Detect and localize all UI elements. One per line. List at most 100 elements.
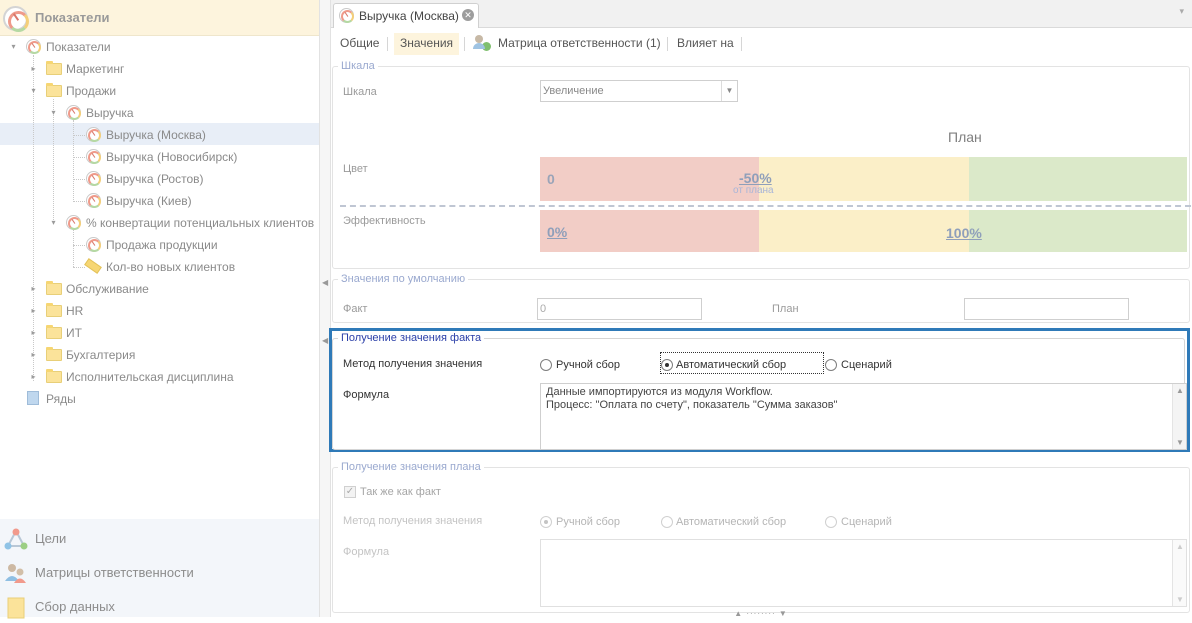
expand-toggle[interactable]: ▸ [29, 372, 38, 381]
color-threshold-link[interactable]: -50% [739, 170, 772, 186]
chevron-down-icon[interactable]: ▼ [721, 81, 737, 101]
fact-formula-label: Формула [343, 389, 390, 401]
radio-automatic-label[interactable]: Автоматический сбор [676, 359, 786, 371]
tree-item-accounting[interactable]: Бухгалтерия [66, 348, 135, 362]
scale-combobox[interactable]: Увеличение ▼ [540, 80, 738, 102]
collapse-toggle[interactable]: ▾ [49, 108, 58, 117]
radio-plan-automatic[interactable] [661, 516, 673, 528]
radio-plan-scenario-label[interactable]: Сценарий [841, 516, 892, 528]
close-icon[interactable]: ✕ [462, 9, 474, 21]
radio-plan-manual-label[interactable]: Ручной сбор [556, 516, 620, 528]
color-zero-value: 0 [547, 171, 555, 187]
red-zone[interactable] [540, 157, 759, 201]
tree-item-hr[interactable]: HR [66, 304, 83, 318]
tab-values[interactable]: Значения [394, 33, 460, 55]
horizontal-splitter-grip[interactable]: ▲ ········ ▼ [731, 610, 791, 618]
tree-item-revenue-kiev[interactable]: Выручка (Киев) [106, 194, 192, 208]
folder-icon [46, 325, 62, 339]
expand-toggle[interactable]: ▸ [29, 350, 38, 359]
tree-item-revenue-moscow[interactable]: Выручка (Москва) [106, 128, 206, 142]
same-as-fact-checkbox[interactable]: ✓ [344, 486, 356, 498]
radio-manual-label[interactable]: Ручной сбор [556, 359, 620, 371]
radio-scenario-label[interactable]: Сценарий [841, 359, 892, 371]
formula-scrollbar[interactable]: ▲ ▼ [1172, 384, 1186, 449]
collapse-left-icon[interactable]: ◀ [322, 278, 328, 287]
scroll-down-icon[interactable]: ▼ [1176, 438, 1184, 447]
radio-automatic[interactable] [661, 359, 673, 371]
scale-label: Шкала [343, 86, 377, 98]
plan-group-title: Получение значения плана [341, 461, 481, 473]
collapse-toggle[interactable]: ▾ [29, 86, 38, 95]
ruler-icon [84, 258, 102, 274]
plan-formula-scrollbar[interactable]: ▲ ▼ [1172, 540, 1186, 606]
nav-data-collection[interactable]: Сбор данных [0, 589, 319, 623]
efficiency-high-link[interactable]: 100% [946, 225, 982, 241]
yellow-zone[interactable] [759, 210, 969, 252]
radio-manual[interactable] [540, 359, 552, 371]
scale-value: Увеличение [543, 85, 604, 97]
yellow-zone[interactable] [759, 157, 969, 201]
indicator-editor: Выручка (Москва) ✕ ▾ Общие Значения Матр… [329, 0, 1192, 618]
same-as-fact-label[interactable]: Так же как факт [360, 486, 441, 498]
radio-plan-scenario[interactable] [825, 516, 837, 528]
vertical-splitter[interactable]: ◀ ◀ [319, 0, 331, 617]
tab-general[interactable]: Общие [340, 36, 379, 50]
radio-plan-automatic-label[interactable]: Автоматический сбор [676, 516, 786, 528]
gauge-icon [86, 237, 101, 252]
collapse-toggle[interactable]: ▾ [49, 218, 58, 227]
formula-line: Процесс: "Оплата по счету", показатель "… [546, 399, 838, 411]
tree-item-marketing[interactable]: Маркетинг [66, 62, 124, 76]
fact-label: Факт [343, 303, 368, 315]
fact-value: 0 [540, 303, 547, 315]
folder-icon [46, 83, 62, 97]
plan-divider [340, 205, 1191, 207]
tree-item-service[interactable]: Обслуживание [66, 282, 149, 296]
green-zone[interactable] [969, 210, 1187, 252]
tree-item-conversion[interactable]: % конвертации потенциальных клиентов [86, 216, 314, 230]
tree-item-product-sales[interactable]: Продажа продукции [106, 238, 218, 252]
tree-item-series[interactable]: Ряды [46, 392, 76, 406]
expand-toggle[interactable]: ▸ [29, 328, 38, 337]
radio-scenario[interactable] [825, 359, 837, 371]
tree-item-indicators[interactable]: Показатели [46, 40, 111, 54]
tree-item-it[interactable]: ИТ [66, 326, 82, 340]
nav-goals[interactable]: Цели [0, 521, 319, 555]
radio-plan-manual[interactable] [540, 516, 552, 528]
collapse-toggle[interactable]: ▾ [9, 42, 18, 51]
expand-toggle[interactable]: ▸ [29, 64, 38, 73]
users-icon [5, 564, 26, 583]
chevron-down-icon[interactable]: ▾ [1179, 6, 1184, 17]
scroll-up-icon[interactable]: ▲ [1176, 542, 1184, 551]
document-tab[interactable]: Выручка (Москва) ✕ [333, 3, 479, 28]
plan-marker-label: План [948, 129, 982, 145]
plan-formula-textarea[interactable]: ▲ ▼ [540, 539, 1187, 607]
indicators-header[interactable]: Показатели [0, 0, 319, 36]
scroll-down-icon[interactable]: ▼ [1176, 595, 1184, 604]
panel-title: Показатели [35, 10, 110, 25]
tree-item-sales[interactable]: Продажи [66, 84, 116, 98]
data-collection-icon [7, 597, 25, 619]
tab-responsibility-matrix[interactable]: Матрица ответственности (1) [498, 36, 661, 50]
tree-item-revenue-rostov[interactable]: Выручка (Ростов) [106, 172, 204, 186]
expand-toggle[interactable]: ▸ [29, 284, 38, 293]
scroll-up-icon[interactable]: ▲ [1176, 386, 1184, 395]
color-scale-band [540, 157, 1187, 201]
collapse-left-icon[interactable]: ◀ [322, 336, 328, 345]
efficiency-low-link[interactable]: 0% [547, 224, 567, 240]
tree-item-revenue[interactable]: Выручка [86, 106, 134, 120]
plan-input[interactable] [964, 298, 1129, 320]
expand-toggle[interactable]: ▸ [29, 306, 38, 315]
series-icon [27, 391, 39, 405]
tree-item-new-clients[interactable]: Кол-во новых клиентов [106, 260, 235, 274]
red-zone[interactable] [540, 210, 759, 252]
fact-formula-textarea[interactable]: Данные импортируются из модуля Workflow.… [540, 383, 1187, 450]
document-tabbar: Выручка (Москва) ✕ ▾ [331, 0, 1192, 28]
green-zone[interactable] [969, 157, 1187, 201]
tree-item-discipline[interactable]: Исполнительская дисциплина [66, 370, 234, 384]
nav-responsibility-matrices[interactable]: Матрицы ответственности [0, 555, 319, 589]
fact-input[interactable]: 0 [537, 298, 702, 320]
navigation-bar: Цели Матрицы ответственности Сбор данных [0, 519, 319, 619]
tab-affects[interactable]: Влияет на [677, 36, 734, 50]
color-threshold-caption: от плана [733, 185, 774, 196]
tree-item-revenue-novosibirsk[interactable]: Выручка (Новосибирск) [106, 150, 237, 164]
